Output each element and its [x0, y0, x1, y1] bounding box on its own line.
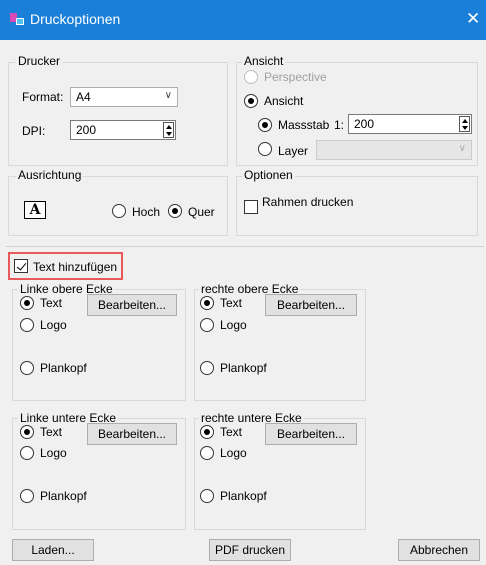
laden-button[interactable]: Laden...	[12, 539, 94, 561]
quer-radio[interactable]	[168, 204, 182, 218]
bottom-left-text-label: Text	[40, 425, 63, 439]
title-bar: Druckoptionen ✕	[0, 0, 486, 40]
layer-radio[interactable]	[258, 142, 272, 156]
bottom-left-edit-button[interactable]: Bearbeiten...	[87, 423, 177, 445]
format-select[interactable]: A4 ∨	[70, 87, 178, 107]
pdf-drucken-button[interactable]: PDF drucken	[209, 539, 291, 561]
ansicht-radio[interactable]	[244, 94, 258, 108]
drucker-group-label: Drucker	[16, 54, 63, 68]
massstab-spin-buttons[interactable]	[459, 116, 470, 132]
text-hinzufuegen-label: Text hinzufügen	[33, 260, 118, 274]
massstab-radio[interactable]	[258, 118, 272, 132]
top-right-logo-radio[interactable]	[200, 318, 214, 332]
quer-label: Quer	[188, 205, 215, 219]
ansicht-group-label: Ansicht	[242, 54, 286, 68]
bottom-left-plankopf-label: Plankopf	[40, 489, 87, 503]
massstab-prefix: 1:	[334, 118, 345, 132]
bottom-left-logo-label: Logo	[40, 446, 67, 460]
rahmen-label: Rahmen drucken	[262, 195, 354, 209]
close-icon[interactable]: ✕	[466, 9, 480, 29]
dpi-value: 200	[76, 123, 97, 137]
format-value: A4	[76, 90, 91, 104]
hoch-radio[interactable]	[112, 204, 126, 218]
window-title: Druckoptionen	[30, 11, 121, 27]
bottom-left-logo-radio[interactable]	[20, 446, 34, 460]
dpi-label: DPI:	[22, 124, 46, 138]
bottom-right-text-label: Text	[220, 425, 243, 439]
bottom-left-text-radio[interactable]	[20, 425, 34, 439]
chevron-down-icon: ∨	[164, 90, 172, 101]
top-left-edit-button[interactable]: Bearbeiten...	[87, 294, 177, 316]
app-icon	[10, 13, 24, 27]
top-right-text-radio[interactable]	[200, 296, 214, 310]
perspective-radio[interactable]	[244, 70, 258, 84]
abbrechen-button[interactable]: Abbrechen	[398, 539, 480, 561]
bottom-right-logo-label: Logo	[220, 446, 247, 460]
top-right-plankopf-label: Plankopf	[220, 361, 267, 375]
dpi-spinbox[interactable]: 200	[70, 120, 176, 140]
massstab-label: Massstab	[278, 118, 330, 132]
top-right-edit-button[interactable]: Bearbeiten...	[265, 294, 357, 316]
orientation-icon: A	[24, 201, 46, 219]
bottom-left-plankopf-radio[interactable]	[20, 489, 34, 503]
bottom-right-plankopf-radio[interactable]	[200, 489, 214, 503]
bottom-right-logo-radio[interactable]	[200, 446, 214, 460]
top-left-logo-radio[interactable]	[20, 318, 34, 332]
top-right-plankopf-radio[interactable]	[200, 361, 214, 375]
hoch-label: Hoch	[132, 205, 161, 219]
layer-label: Layer	[278, 144, 309, 158]
perspective-label: Perspective	[264, 70, 327, 84]
bottom-right-plankopf-label: Plankopf	[220, 489, 267, 503]
top-left-text-radio[interactable]	[20, 296, 34, 310]
top-left-plankopf-label: Plankopf	[40, 361, 87, 375]
ausrichtung-group-label: Ausrichtung	[16, 168, 84, 182]
separator	[6, 246, 484, 247]
massstab-spinbox[interactable]: 200	[348, 114, 472, 134]
rahmen-checkbox[interactable]	[244, 200, 258, 214]
drucker-group	[8, 62, 228, 166]
format-label: Format:	[22, 90, 64, 104]
top-right-text-label: Text	[220, 296, 243, 310]
top-left-text-label: Text	[40, 296, 63, 310]
top-left-logo-label: Logo	[40, 318, 67, 332]
optionen-group-label: Optionen	[242, 168, 295, 182]
ansicht-radio-label: Ansicht	[264, 94, 304, 108]
chevron-down-icon: ∨	[458, 143, 466, 154]
bottom-right-text-radio[interactable]	[200, 425, 214, 439]
massstab-value: 200	[354, 117, 375, 131]
top-left-plankopf-radio[interactable]	[20, 361, 34, 375]
layer-select[interactable]: ∨	[316, 140, 472, 160]
top-right-logo-label: Logo	[220, 318, 247, 332]
text-hinzufuegen-checkbox[interactable]	[14, 259, 28, 273]
bottom-right-edit-button[interactable]: Bearbeiten...	[265, 423, 357, 445]
dpi-spin-buttons[interactable]	[163, 122, 174, 138]
